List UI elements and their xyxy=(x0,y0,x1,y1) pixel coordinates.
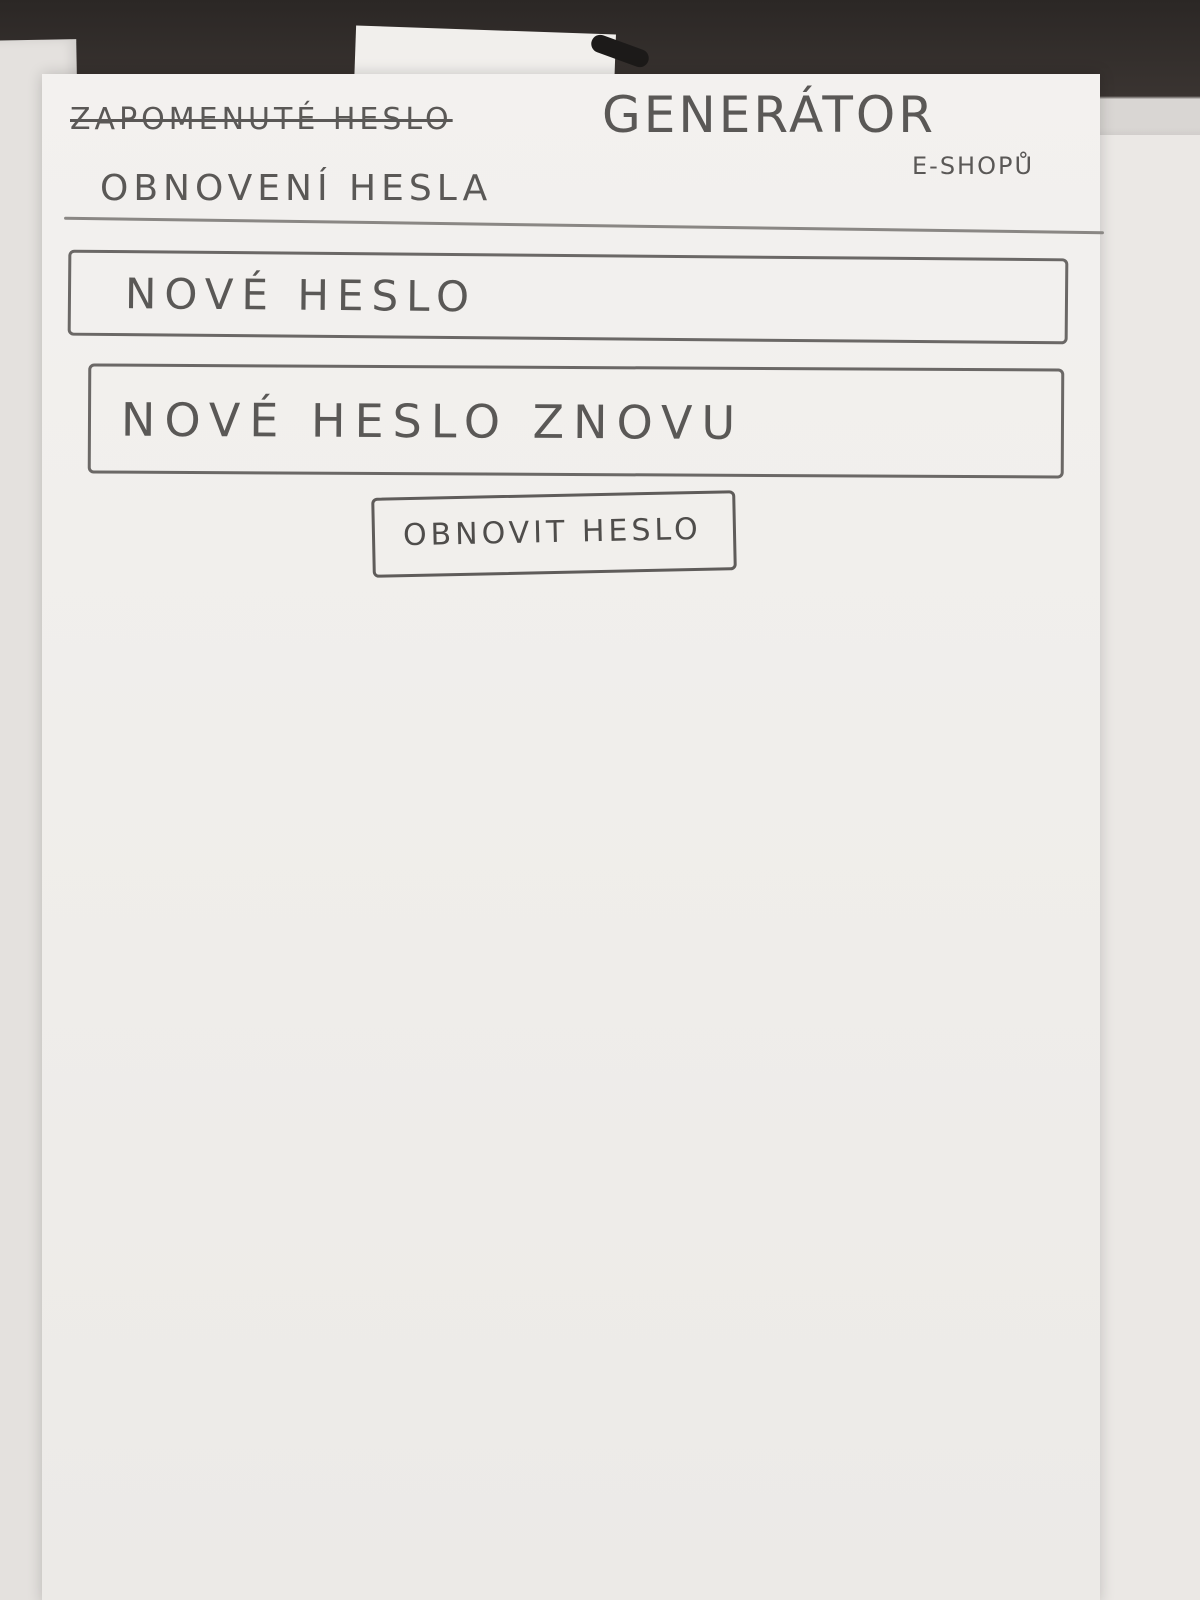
reset-password-button-label: OBNOVIT HESLO xyxy=(402,511,703,554)
reset-password-button[interactable]: OBNOVIT HESLO xyxy=(371,490,737,578)
brand-title: GENERÁTOR xyxy=(602,86,937,144)
brand-subtitle: E-SHOPŮ xyxy=(912,152,1035,180)
struck-title: ZAPOMENUTÉ HESLO xyxy=(70,102,453,137)
confirm-password-field[interactable]: NOVÉ HESLO ZNOVU xyxy=(87,363,1065,479)
header-divider xyxy=(64,216,1104,235)
new-password-field[interactable]: NOVÉ HESLO xyxy=(67,249,1069,345)
new-password-placeholder: NOVÉ HESLO xyxy=(124,269,478,322)
page-title: OBNOVENÍ HESLA xyxy=(100,168,493,209)
background-sheet-right xyxy=(1090,135,1200,1600)
photo-scene: ZAPOMENUTÉ HESLO GENERÁTOR E-SHOPŮ OBNOV… xyxy=(0,0,1200,1600)
confirm-password-placeholder: NOVÉ HESLO ZNOVU xyxy=(120,392,745,450)
sketch-paper: ZAPOMENUTÉ HESLO GENERÁTOR E-SHOPŮ OBNOV… xyxy=(42,74,1104,1600)
